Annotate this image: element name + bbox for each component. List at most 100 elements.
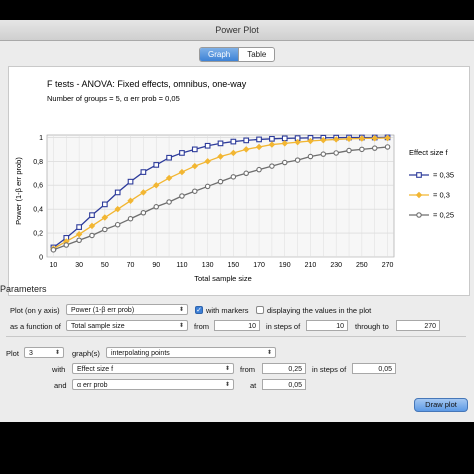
data-point-diamond xyxy=(415,191,423,199)
plot-on-y-value: Power (1-β err prob) xyxy=(71,307,135,314)
x-tick-label: 10 xyxy=(50,262,58,269)
data-point-circle xyxy=(333,150,339,156)
x-tick-label: 210 xyxy=(305,262,317,269)
window-title: Power Plot xyxy=(0,20,474,41)
tab-table[interactable]: Table xyxy=(238,48,274,61)
at-label: at xyxy=(250,381,257,390)
data-point-square xyxy=(230,138,237,145)
data-point-circle xyxy=(89,232,95,239)
chevron-updown-icon: ⬍ xyxy=(224,382,230,388)
plot-count-select[interactable]: 3 ⬍ xyxy=(24,347,64,358)
data-point-circle xyxy=(256,166,262,173)
chart-title: F tests - ANOVA: Fixed effects, omnibus,… xyxy=(47,79,247,89)
interpolation-select[interactable]: interpolating points ⬍ xyxy=(106,347,276,358)
data-point-square xyxy=(243,137,250,144)
data-point-circle xyxy=(50,247,57,253)
x-tick-label: 130 xyxy=(202,262,214,269)
parameters-label: Parameters xyxy=(0,284,47,294)
x-tick-label: 70 xyxy=(127,262,135,269)
chart-grid xyxy=(46,134,395,258)
at-field[interactable]: 0,05 xyxy=(262,379,306,390)
parameters-divider xyxy=(6,336,466,337)
graphs-label: graph(s) xyxy=(72,349,100,358)
with-steps-label: in steps of xyxy=(312,365,347,374)
y-axis-label: Power (1-β err prob) xyxy=(14,157,23,225)
data-point-circle xyxy=(114,221,121,228)
data-point-circle xyxy=(179,193,185,199)
through-field[interactable]: 270 xyxy=(396,320,440,331)
x-tick-label: 30 xyxy=(75,262,83,269)
with-select[interactable]: Effect size f ⬍ xyxy=(72,363,234,374)
power-plot-window: Power Plot Graph Table F tests - ANOVA: … xyxy=(0,20,474,422)
y-tick-label: 0,4 xyxy=(33,207,43,214)
data-point-square xyxy=(416,172,422,178)
as-function-value: Total sample size xyxy=(71,323,125,330)
view-tabs: Graph Table xyxy=(199,47,276,62)
legend-title: Effect size f xyxy=(409,148,449,157)
plot-on-y-select[interactable]: Power (1-β err prob) ⬍ xyxy=(66,304,188,315)
chevron-updown-icon: ⬍ xyxy=(224,366,230,372)
data-point-circle xyxy=(243,170,249,177)
x-tick-label: 270 xyxy=(382,262,394,269)
steps-field[interactable]: 10 xyxy=(306,320,348,331)
legend-label: = 0,3 xyxy=(433,191,450,200)
y-tick-label: 1 xyxy=(39,135,43,142)
data-point-square xyxy=(217,140,224,147)
data-point-circle xyxy=(102,226,108,233)
data-point-circle xyxy=(230,174,237,180)
display-values-checkbox[interactable] xyxy=(256,306,264,314)
data-point-square xyxy=(256,136,262,143)
x-axis-label: Total sample size xyxy=(194,274,252,283)
with-markers-checkbox[interactable]: ✓ xyxy=(195,306,203,314)
data-point-circle xyxy=(140,209,147,216)
data-point-square xyxy=(127,178,134,185)
and-label: and xyxy=(54,381,67,390)
power-chart: F tests - ANOVA: Fixed effects, omnibus,… xyxy=(14,79,454,283)
and-value: α err prob xyxy=(77,382,108,389)
data-point-square xyxy=(191,146,198,153)
with-markers-label: with markers xyxy=(206,306,249,315)
steps-label: in steps of xyxy=(266,322,301,331)
data-point-circle xyxy=(204,183,211,190)
data-point-square xyxy=(76,224,82,230)
data-point-circle xyxy=(282,159,288,166)
data-point-circle xyxy=(217,178,224,185)
from-field[interactable]: 10 xyxy=(214,320,260,331)
draw-plot-button[interactable]: Draw plot xyxy=(414,398,468,412)
with-steps-field[interactable]: 0,05 xyxy=(352,363,396,374)
data-point-circle xyxy=(63,242,70,248)
display-values-label: displaying the values in the plot xyxy=(267,306,372,315)
data-point-square xyxy=(179,150,185,156)
plot-count-label: Plot xyxy=(6,349,19,358)
chevron-updown-icon: ⬍ xyxy=(178,307,184,313)
x-tick-label: 250 xyxy=(356,262,368,269)
y-tick-label: 0,8 xyxy=(33,159,43,166)
data-point-square xyxy=(281,135,288,142)
tab-graph[interactable]: Graph xyxy=(200,48,239,61)
and-select[interactable]: α err prob ⬍ xyxy=(72,379,234,390)
y-tick-label: 0 xyxy=(39,255,43,262)
data-point-square xyxy=(204,142,211,149)
chart-legend: = 0,35 = 0,3 = 0,25 xyxy=(409,171,454,220)
with-from-field[interactable]: 0,25 xyxy=(262,363,306,374)
chevron-updown-icon: ⬍ xyxy=(266,350,272,356)
x-tick-label: 110 xyxy=(176,262,187,269)
data-point-circle xyxy=(416,212,422,218)
x-tick-label: 150 xyxy=(228,262,240,269)
y-tick-label: 0,2 xyxy=(33,231,43,238)
data-point-circle xyxy=(371,145,378,151)
data-point-circle xyxy=(153,204,159,210)
data-point-circle xyxy=(269,163,275,169)
data-point-square xyxy=(166,154,172,161)
as-function-select[interactable]: Total sample size ⬍ xyxy=(66,320,188,331)
interpolation-value: interpolating points xyxy=(111,350,170,357)
y-tick-label: 0,6 xyxy=(33,183,43,190)
data-point-square xyxy=(114,189,121,196)
plot-panel: F tests - ANOVA: Fixed effects, omnibus,… xyxy=(8,66,470,296)
with-from-label: from xyxy=(240,365,255,374)
x-tick-label: 230 xyxy=(330,262,342,269)
data-point-square xyxy=(101,201,108,208)
data-point-circle xyxy=(127,215,134,222)
legend-label: = 0,35 xyxy=(433,171,454,180)
chevron-updown-icon: ⬍ xyxy=(178,323,184,329)
